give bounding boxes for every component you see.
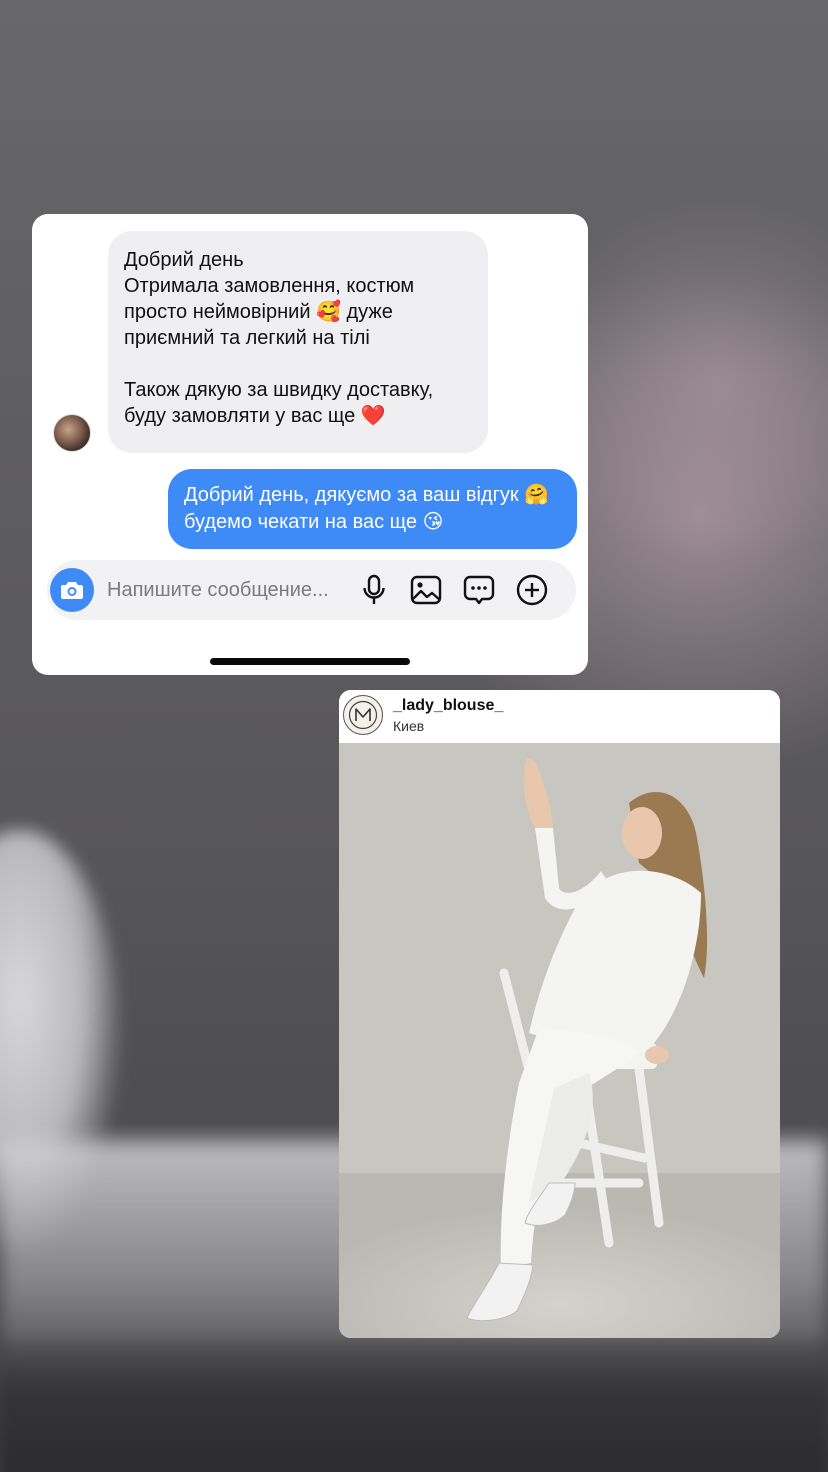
sticker-button[interactable] (462, 573, 496, 607)
background-shadow (0, 1340, 828, 1472)
post-username[interactable]: _lady_blouse_ (393, 697, 503, 715)
camera-button[interactable] (50, 568, 94, 612)
microphone-icon (363, 574, 385, 604)
chat-screenshot-card: Добрий день Отримала замовлення, костюм … (32, 214, 588, 675)
instagram-post-card: _lady_blouse_ Киев (339, 690, 780, 1338)
post-photo (339, 743, 780, 1338)
model-photo-illustration (339, 743, 780, 1338)
message-composer (47, 560, 576, 620)
incoming-message-bubble: Добрий день Отримала замовлення, костюм … (108, 231, 488, 453)
gallery-icon (410, 575, 442, 605)
plus-icon (516, 574, 548, 606)
microphone-button[interactable] (357, 573, 391, 607)
add-button[interactable] (515, 573, 549, 607)
post-header: _lady_blouse_ Киев (339, 690, 780, 743)
brand-logo-avatar[interactable] (343, 695, 383, 735)
post-location[interactable]: Киев (393, 718, 424, 734)
sender-avatar[interactable] (53, 414, 91, 452)
camera-icon (61, 582, 83, 599)
outgoing-message-bubble: Добрий день, дякуємо за ваш відгук 🤗 буд… (168, 469, 577, 549)
gallery-button[interactable] (409, 573, 443, 607)
sticker-icon (463, 575, 495, 605)
home-indicator (210, 658, 410, 665)
message-input[interactable] (107, 560, 357, 620)
brand-logo-icon (348, 700, 378, 730)
